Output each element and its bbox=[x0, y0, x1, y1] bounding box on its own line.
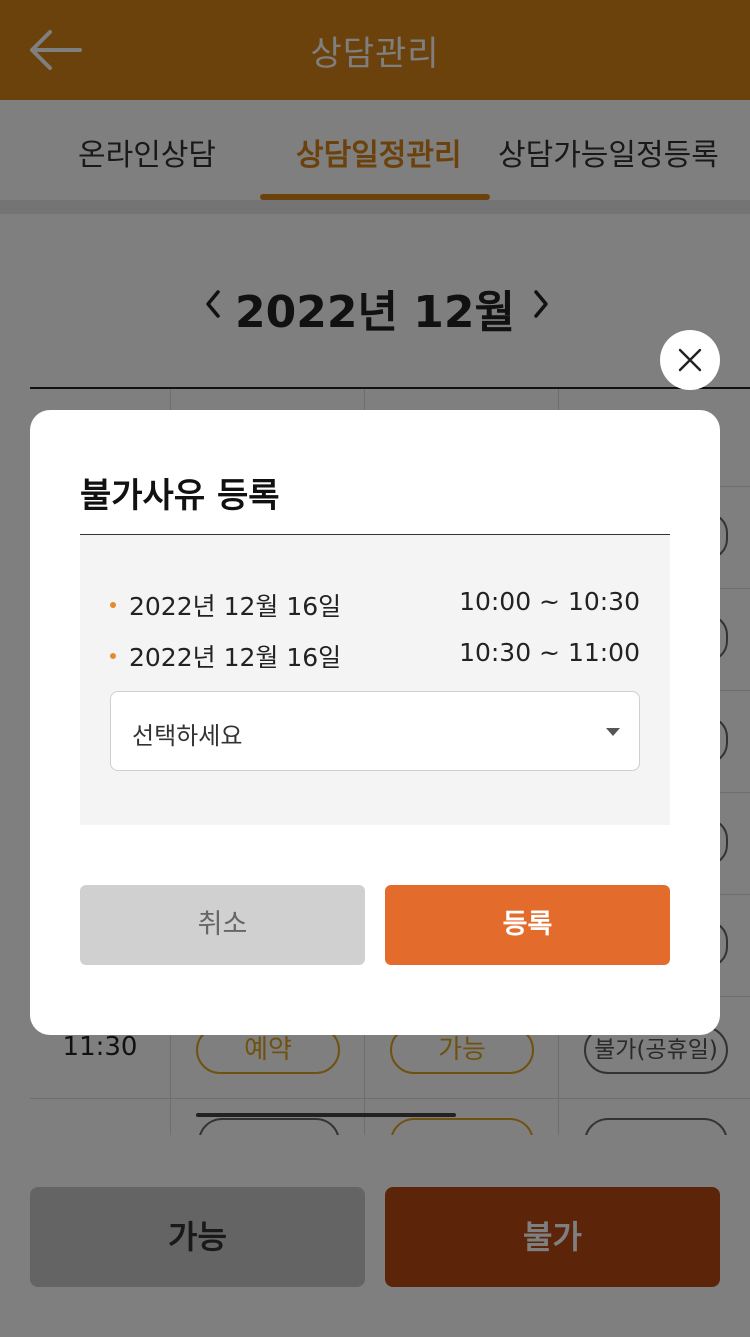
dialog-title: 불가사유 등록 bbox=[80, 476, 280, 516]
slot-date: 2022년 12월 16일 bbox=[129, 643, 342, 672]
caret-down-icon bbox=[606, 728, 620, 736]
selected-slot-item: 2022년 12월 16일 10:00 ~ 10:30 bbox=[110, 587, 640, 623]
reason-select[interactable]: 선택하세요 bbox=[110, 691, 640, 771]
cancel-button[interactable]: 취소 bbox=[80, 885, 365, 965]
selected-slot-item: 2022년 12월 16일 10:30 ~ 11:00 bbox=[110, 638, 640, 674]
bullet-dot-icon bbox=[110, 602, 116, 608]
reason-select-value: 선택하세요 bbox=[132, 722, 243, 750]
slot-time: 10:30 ~ 11:00 bbox=[459, 638, 640, 667]
close-icon[interactable] bbox=[660, 330, 720, 390]
register-button[interactable]: 등록 bbox=[385, 885, 670, 965]
slot-time: 10:00 ~ 10:30 bbox=[459, 587, 640, 616]
unavailable-reason-dialog: 불가사유 등록 2022년 12월 16일 10:00 ~ 10:30 2022… bbox=[30, 410, 720, 1035]
selected-slots-panel: 2022년 12월 16일 10:00 ~ 10:30 2022년 12월 16… bbox=[80, 535, 670, 825]
bullet-dot-icon bbox=[110, 653, 116, 659]
slot-date: 2022년 12월 16일 bbox=[129, 592, 342, 621]
